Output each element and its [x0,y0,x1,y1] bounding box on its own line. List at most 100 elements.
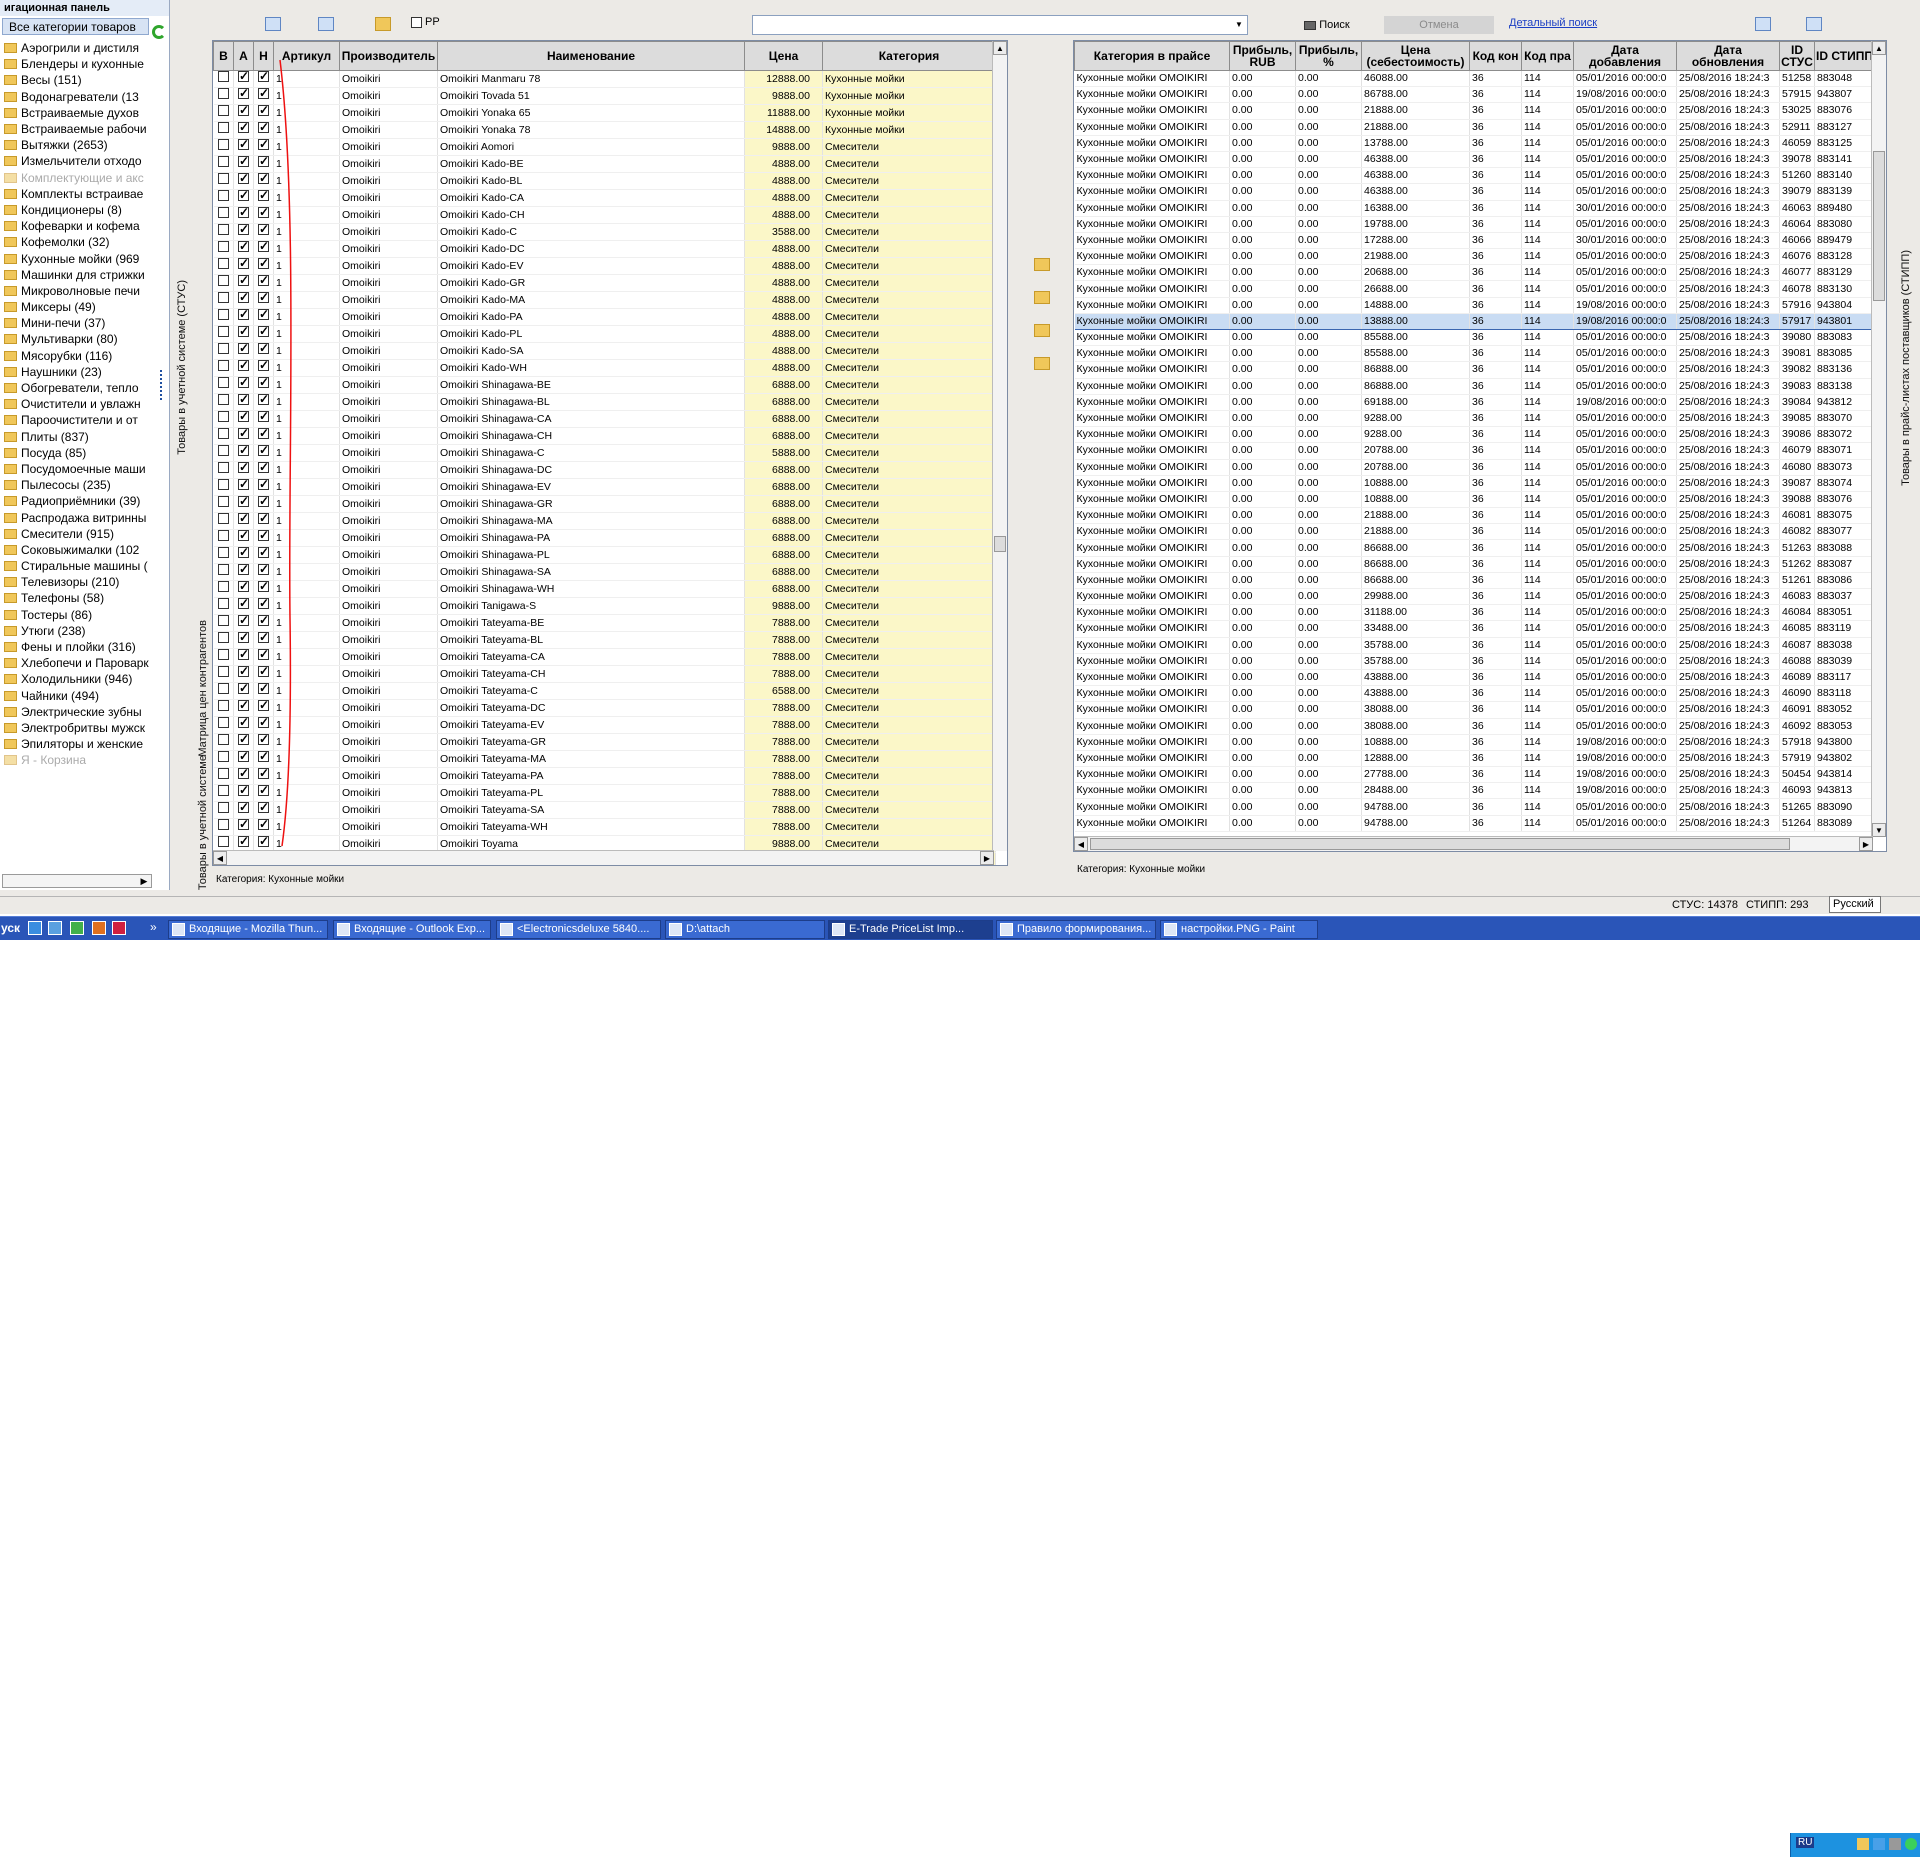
checkbox[interactable] [238,785,249,798]
table-row[interactable]: Кухонные мойки OMOIKIRI 0.00 0.00 46088.00 3… [1074,70,1875,88]
table-row[interactable]: Кухонные мойки OMOIKIRI 0.00 0.00 33488.00 3… [1074,620,1875,638]
checkbox-n[interactable] [253,682,274,700]
category-item[interactable]: Миксеры (49) [2,299,154,315]
checkbox-n[interactable] [253,699,274,717]
checkbox-a[interactable] [233,750,254,768]
price-cell[interactable]: 5888.00 [744,444,823,462]
checkbox[interactable] [258,309,269,322]
checkbox-b[interactable] [213,648,234,666]
checkbox[interactable] [217,785,229,796]
checkbox[interactable] [238,360,249,373]
price-cell[interactable]: 7888.00 [744,818,823,836]
checkbox-n[interactable] [253,393,274,411]
table-row[interactable]: 1OmoikiriOmoikiri Shinagawa-MA6888.00Сме… [213,512,996,530]
price-cell[interactable]: 6888.00 [744,427,823,445]
checkbox-n[interactable] [253,155,274,173]
checkbox-b[interactable] [213,801,234,819]
table-row[interactable]: Кухонные мойки OMOIKIRI 0.00 0.00 29988.00 3… [1074,588,1875,606]
checkbox[interactable] [258,564,269,577]
checkbox-b[interactable] [213,699,234,717]
checkbox[interactable] [238,122,249,135]
checkbox[interactable] [258,445,269,458]
category-item[interactable]: Блендеры и кухонные [2,56,154,72]
table-row[interactable]: 1OmoikiriOmoikiri Tateyama-CA7888.00Смес… [213,648,996,666]
table-row[interactable]: 1OmoikiriOmoikiri Tateyama-BE7888.00Смес… [213,614,996,632]
firefox-icon[interactable] [92,921,106,935]
checkbox-a[interactable] [233,648,254,666]
checkbox-n[interactable] [253,580,274,598]
checkbox-b[interactable] [213,325,234,343]
price-cell[interactable]: 9888.00 [744,597,823,615]
checkbox-b[interactable] [213,563,234,581]
checkbox-b[interactable] [213,155,234,173]
checkbox[interactable] [258,190,269,203]
table-row[interactable]: 1OmoikiriOmoikiri Kado-DC4888.00Смесител… [213,240,996,258]
table-row[interactable]: Кухонные мойки OMOIKIRI 0.00 0.00 86788.00 3… [1074,86,1875,104]
checkbox[interactable] [217,224,229,235]
category-item[interactable]: Фены и плойки (316) [2,639,154,655]
checkbox-n[interactable] [253,665,274,683]
price-cell[interactable]: 6888.00 [744,393,823,411]
column-header[interactable]: Производитель [339,41,438,71]
checkbox[interactable] [238,88,249,101]
checkbox[interactable] [217,564,229,575]
checkbox-n[interactable] [253,189,274,207]
scroll-right-icon[interactable]: ▶ [138,875,150,887]
checkbox-b[interactable] [213,87,234,105]
table-row[interactable]: 1OmoikiriOmoikiri Kado-BE4888.00Смесител… [213,155,996,173]
scroll-left-icon[interactable]: ◀ [213,851,227,865]
checkbox-b[interactable] [213,750,234,768]
checkbox-a[interactable] [233,257,254,275]
checkbox-b[interactable] [213,784,234,802]
table-row[interactable]: 1OmoikiriOmoikiri Shinagawa-CH6888.00Сме… [213,427,996,445]
price-cell[interactable]: 4888.00 [744,240,823,258]
checkbox-a[interactable] [233,376,254,394]
checkbox-b[interactable] [213,240,234,258]
checkbox-n[interactable] [253,444,274,462]
checkbox[interactable] [217,88,229,99]
checkbox-b[interactable] [213,274,234,292]
table-row[interactable]: 1OmoikiriOmoikiri Kado-EV4888.00Смесител… [213,257,996,275]
category-item[interactable]: Комплектующие и акс [2,170,154,186]
category-item[interactable]: Кофеварки и кофема [2,218,154,234]
table-row[interactable]: 1OmoikiriOmoikiri Tateyama-CH7888.00Смес… [213,665,996,683]
table-row[interactable]: Кухонные мойки OMOIKIRI 0.00 0.00 20788.00 3… [1074,459,1875,476]
checkbox-b[interactable] [213,512,234,530]
volume-icon[interactable] [1889,1838,1901,1850]
table-row[interactable]: Кухонные мойки OMOIKIRI 0.00 0.00 10888.00 3… [1074,491,1875,509]
left-grid-vertical-scrollbar[interactable]: ▲ [992,41,1007,851]
checkbox-a[interactable] [233,325,254,343]
checkbox-b[interactable] [213,70,234,88]
checkbox-a[interactable] [233,580,254,598]
checkbox[interactable] [217,598,229,609]
checkbox[interactable] [258,836,269,849]
checkbox-b[interactable] [213,665,234,683]
checkbox[interactable] [258,666,269,679]
table-row[interactable]: 1OmoikiriOmoikiri Shinagawa-SA6888.00Сме… [213,563,996,581]
checkbox-n[interactable] [253,359,274,377]
table-row[interactable]: Кухонные мойки OMOIKIRI 0.00 0.00 21988.00 3… [1074,248,1875,266]
table-row[interactable]: 1OmoikiriOmoikiri Kado-SA4888.00Смесител… [213,342,996,360]
table-row[interactable]: Кухонные мойки OMOIKIRI 0.00 0.00 21888.00 3… [1074,119,1875,136]
table-row[interactable]: Кухонные мойки OMOIKIRI 0.00 0.00 21888.00 3… [1074,523,1875,541]
folder-open-icon[interactable] [1034,258,1050,271]
checkbox[interactable] [217,377,229,388]
checkbox[interactable] [258,105,269,118]
checkbox[interactable] [238,445,249,458]
ie-icon[interactable] [28,921,42,935]
category-item[interactable]: Мясорубки (116) [2,348,154,364]
checkbox[interactable] [217,547,229,558]
taskbar-button[interactable]: настройки.PNG - Paint [1160,920,1318,939]
checkbox[interactable] [258,700,269,713]
checkbox-b[interactable] [213,546,234,564]
checkbox-b[interactable] [213,189,234,207]
price-cell[interactable]: 6888.00 [744,546,823,564]
table-row[interactable]: 1OmoikiriOmoikiri Tovada 519888.00Кухонн… [213,87,996,105]
folder-icon[interactable] [375,17,391,31]
table-row[interactable]: Кухонные мойки OMOIKIRI 0.00 0.00 21888.00 3… [1074,102,1875,120]
category-item[interactable]: Пароочистители и от [2,412,154,428]
table-row[interactable]: Кухонные мойки OMOIKIRI 0.00 0.00 69188.00 3… [1074,394,1875,411]
scroll-thumb[interactable] [994,536,1006,552]
checkbox-a[interactable] [233,546,254,564]
category-item[interactable]: Микроволновые печи [2,283,154,299]
